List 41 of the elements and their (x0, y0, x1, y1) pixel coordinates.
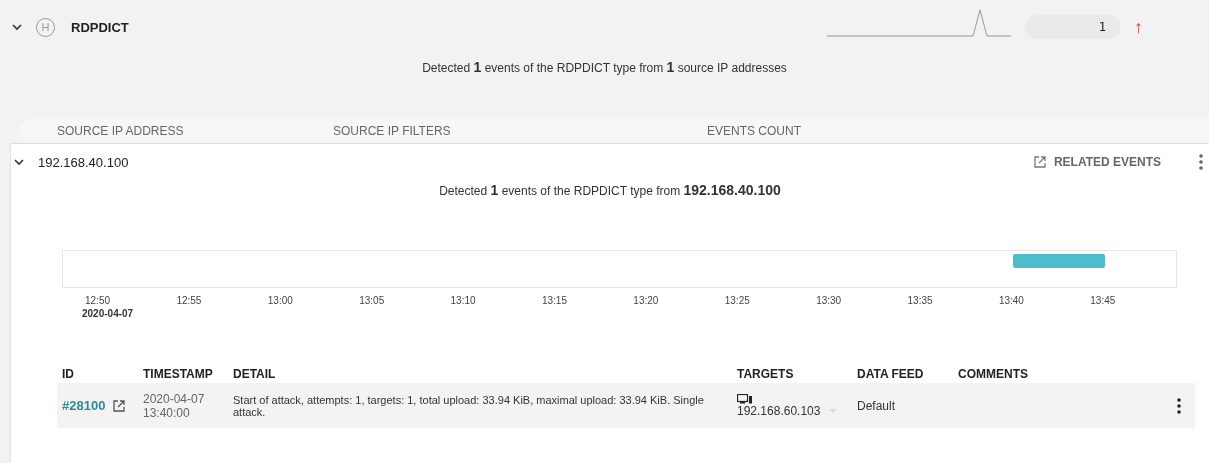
time-tick: 13:35 (907, 295, 934, 306)
time-tick: 13:15 (541, 295, 568, 306)
trend-up-icon: ↑ (1134, 16, 1143, 38)
column-header: DATA FEED (857, 366, 925, 381)
data-feed: Default (857, 398, 897, 413)
collapse-toggle[interactable] (10, 23, 24, 31)
time-tick: 13:45 (1090, 295, 1117, 306)
column-header: SOURCE IP ADDRESS (57, 124, 185, 138)
external-link-icon[interactable] (113, 399, 126, 412)
related-events-link[interactable]: RELATED EVENTS (1033, 155, 1161, 169)
external-link-icon (1033, 156, 1046, 168)
collapse-toggle[interactable] (12, 158, 26, 166)
event-detail: Start of attack, attempts: 1, targets: 1, total upload: 33.94 KiB, maximal upload: 33.94 KiB. Single attack. (233, 393, 705, 418)
time-tick: 12:50 (85, 295, 112, 306)
event-count: 1 (1025, 15, 1120, 39)
time-tick: 13:25 (724, 295, 751, 306)
time-tick: 13:00 (267, 295, 294, 306)
column-header: EVENTS COUNT (707, 124, 801, 138)
column-header: DETAIL (233, 366, 277, 381)
time-tick: 13:10 (450, 295, 477, 306)
group-summary: Detected 1 events of the RDPDICT type from 1 source IP addresses (421, 59, 788, 77)
column-header: ID (62, 366, 75, 381)
target-ip: 192.168.60.103 (737, 403, 821, 418)
time-tick: 13:40 (998, 295, 1025, 306)
event-date: 2020-04-07 (143, 391, 206, 406)
column-header: SOURCE IP FILTERS (333, 124, 452, 138)
source-summary: Detected 1 events of the RDPDICT type from 192.168.40.100 (438, 182, 782, 200)
time-tick: 12:55 (176, 295, 203, 306)
column-header: COMMENTS (958, 366, 1028, 381)
source-ip: 192.168.40.100 (38, 154, 129, 170)
column-header: TARGETS (737, 366, 795, 381)
group-name: RDPDICT (71, 19, 129, 35)
time-tick: 13:05 (359, 295, 386, 306)
computer-icon (737, 393, 753, 404)
event-id-link[interactable]: #28100 (62, 398, 106, 413)
time-tick: 13:20 (633, 295, 660, 306)
more-icon[interactable] (1177, 397, 1181, 414)
event-time: 13:40:00 (143, 405, 191, 420)
timeline-date: 2020-04-07 (82, 308, 135, 321)
time-tick: 13:30 (816, 295, 843, 306)
column-header: TIMESTAMP (143, 366, 214, 381)
